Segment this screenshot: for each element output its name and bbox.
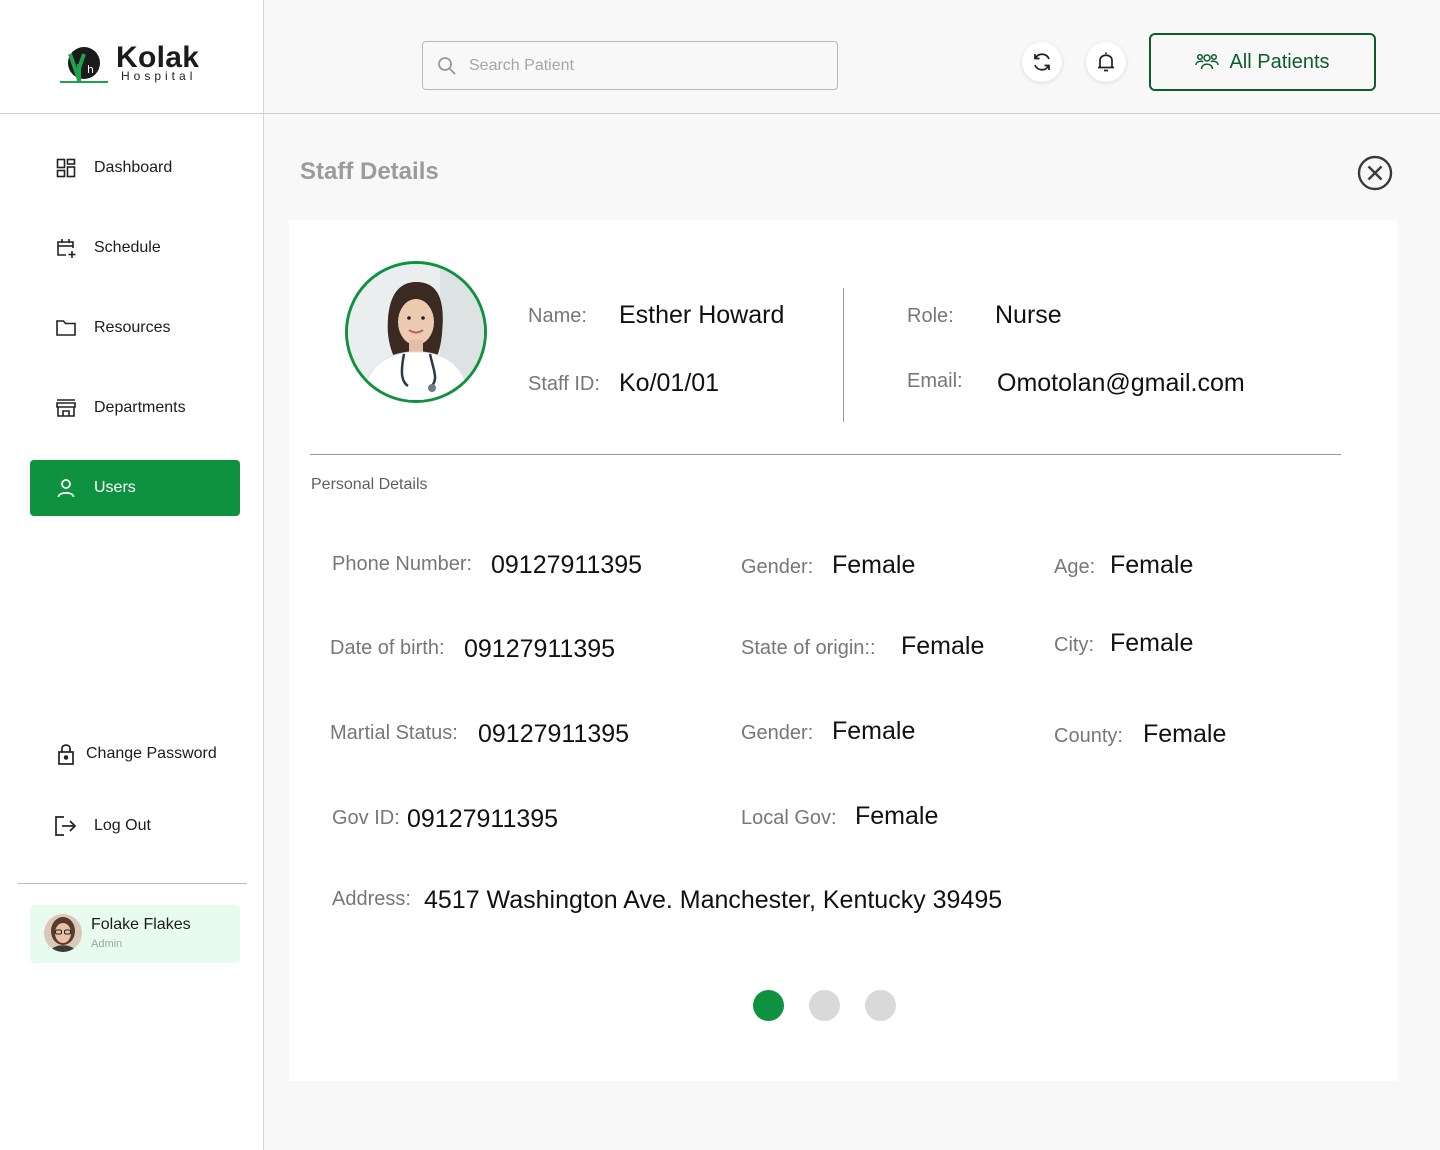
- name-value: Esther Howard: [619, 301, 785, 329]
- logout-label: Log Out: [94, 817, 151, 834]
- state-value: Female: [901, 632, 985, 660]
- email-value: Omotolan@gmail.com: [997, 369, 1245, 397]
- sidebar-item-label: Departments: [94, 399, 186, 416]
- close-button[interactable]: [1357, 155, 1393, 191]
- dashboard-icon: [54, 156, 78, 180]
- role-value: Nurse: [995, 301, 1062, 329]
- avatar: [44, 914, 82, 952]
- phone-value: 09127911395: [491, 551, 643, 579]
- sidebar-divider: [18, 883, 247, 884]
- vertical-divider: [843, 288, 844, 422]
- notifications-button[interactable]: [1086, 42, 1126, 82]
- section-title: Personal Details: [311, 476, 428, 493]
- sidebar-item-dashboard[interactable]: Dashboard: [30, 140, 240, 196]
- pagination-dot-1[interactable]: [753, 990, 784, 1021]
- top-bar: All Patients: [264, 0, 1440, 114]
- sidebar-item-departments[interactable]: Departments: [30, 380, 240, 436]
- staff-details-card: Name: Esther Howard Staff ID: Ko/01/01 R…: [289, 220, 1397, 1081]
- gov-id-value: 09127911395: [407, 805, 559, 833]
- calendar-add-icon: [54, 236, 78, 260]
- gender2-value: Female: [832, 717, 916, 745]
- staff-photo: [345, 261, 487, 403]
- refresh-button[interactable]: [1022, 42, 1062, 82]
- refresh-icon: [1034, 53, 1050, 71]
- close-icon: [1357, 155, 1393, 191]
- name-label: Name:: [528, 305, 587, 327]
- pagination-dot-3[interactable]: [865, 990, 896, 1021]
- gov-id-label: Gov ID:: [332, 807, 400, 829]
- search-box[interactable]: [422, 41, 838, 90]
- current-user-card[interactable]: Folake Flakes Admin: [30, 905, 240, 963]
- sidebar-item-label: Dashboard: [94, 159, 173, 176]
- change-password-button[interactable]: Change Password: [30, 726, 240, 782]
- bell-icon: [1098, 52, 1114, 72]
- sidebar-item-resources[interactable]: Resources: [30, 300, 240, 356]
- logout-button[interactable]: Log Out: [30, 798, 240, 854]
- pagination-dot-2[interactable]: [809, 990, 840, 1021]
- sidebar-item-label: Users: [94, 479, 136, 496]
- address-value: 4517 Washington Ave. Manchester, Kentuck…: [424, 886, 1003, 914]
- phone-label: Phone Number:: [332, 553, 473, 575]
- address-label: Address:: [332, 888, 411, 910]
- hospital-logo[interactable]: h Kolak Hospital: [60, 40, 210, 86]
- user-icon: [54, 476, 78, 500]
- county-value: Female: [1143, 720, 1227, 748]
- role-label: Role:: [907, 305, 954, 327]
- user-name: Folake Flakes: [91, 916, 191, 933]
- search-icon: [438, 57, 456, 75]
- marital-value: 09127911395: [478, 720, 630, 748]
- state-label: State of origin::: [741, 637, 876, 659]
- user-role: Admin: [91, 938, 123, 950]
- store-icon: [54, 396, 78, 420]
- staff-id-value: Ko/01/01: [619, 369, 720, 397]
- users-group-icon: [1195, 53, 1220, 70]
- svg-text:h: h: [87, 63, 94, 76]
- logout-icon: [54, 814, 78, 838]
- local-gov-label: Local Gov:: [741, 807, 837, 829]
- marital-label: Martial Status:: [330, 722, 458, 744]
- city-label: City:: [1054, 634, 1094, 656]
- sidebar-item-users[interactable]: Users: [30, 460, 240, 516]
- gender2-label: Gender:: [741, 722, 814, 744]
- gender-label: Gender:: [741, 556, 814, 578]
- local-gov-value: Female: [855, 802, 939, 830]
- logo-mark-icon: h: [60, 47, 108, 83]
- sidebar-item-label: Resources: [94, 319, 171, 336]
- sidebar-item-label: Schedule: [94, 239, 161, 256]
- page-title: Staff Details: [300, 158, 439, 185]
- all-patients-label: All Patients: [1229, 50, 1330, 73]
- sidebar-item-schedule[interactable]: Schedule: [30, 220, 240, 276]
- lock-icon: [54, 742, 78, 766]
- all-patients-button[interactable]: All Patients: [1149, 33, 1376, 91]
- city-value: Female: [1110, 629, 1194, 657]
- age-value: Female: [1110, 551, 1194, 579]
- horizontal-divider: [310, 454, 1341, 455]
- change-password-label: Change Password: [86, 745, 217, 762]
- county-label: County:: [1054, 725, 1123, 747]
- folder-icon: [54, 316, 78, 340]
- sidebar-divider: [0, 113, 264, 114]
- dob-label: Date of birth:: [330, 637, 445, 659]
- search-input[interactable]: [469, 52, 819, 80]
- email-label: Email:: [907, 370, 963, 392]
- staff-id-label: Staff ID:: [528, 373, 600, 395]
- brand-subtitle: Hospital: [121, 69, 197, 83]
- age-label: Age:: [1054, 556, 1096, 578]
- gender-value: Female: [832, 551, 916, 579]
- sidebar: h Kolak Hospital Dashboard Schedule Reso…: [0, 0, 264, 1150]
- dob-value: 09127911395: [464, 635, 616, 663]
